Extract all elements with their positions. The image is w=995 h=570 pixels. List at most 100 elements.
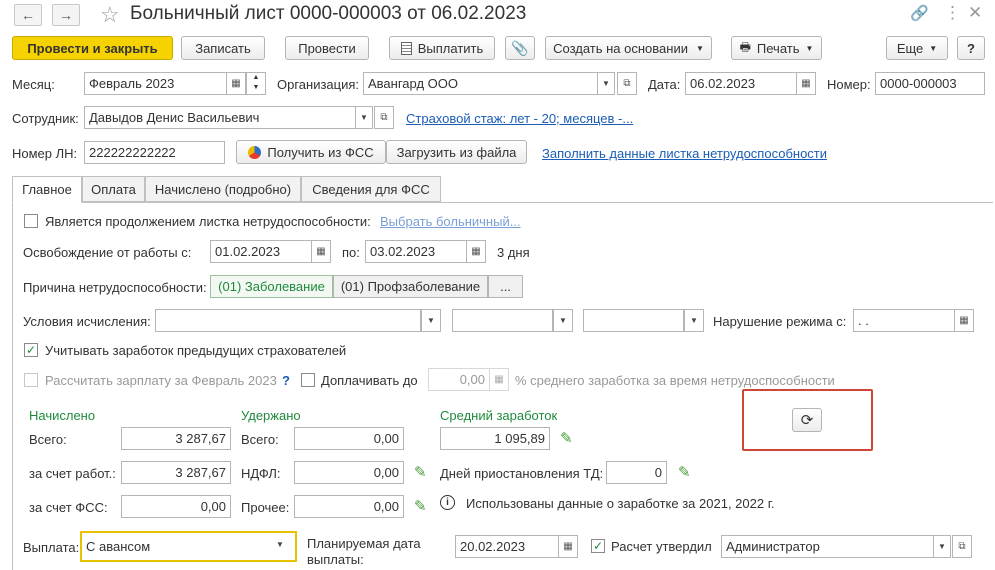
fill-sick-leave-data-link[interactable]: Заполнить данные листка нетрудоспособнос…	[542, 146, 827, 161]
payout-label: Выплата:	[23, 540, 80, 555]
tab-main[interactable]: Главное	[12, 176, 82, 203]
calendar-icon[interactable]: ▦	[226, 72, 246, 95]
caret-down-icon: ▼	[929, 43, 938, 53]
avg-earnings-header: Средний заработок	[440, 408, 558, 423]
chevron-down-icon[interactable]: ▼	[355, 106, 373, 129]
total-label: Всего:	[29, 432, 67, 447]
month-stepper[interactable]: ▲ ▼	[246, 72, 266, 95]
release-to-label: по:	[342, 245, 360, 260]
post-button[interactable]: Провести	[285, 36, 369, 60]
chevron-down-icon[interactable]: ▼	[421, 309, 441, 332]
avg-earnings-field: 1 095,89	[440, 427, 550, 450]
more-icon[interactable]: ⋮	[944, 3, 961, 23]
release-label: Освобождение от работы с:	[23, 245, 192, 260]
refresh-button[interactable]: ⟳	[792, 408, 822, 432]
print-button[interactable]: 🖶 Печать ▼	[731, 36, 822, 60]
chevron-down-icon[interactable]: ▼	[553, 309, 573, 332]
number-label: Номер:	[827, 77, 871, 92]
calendar-icon[interactable]: ▦	[558, 535, 578, 558]
back-button[interactable]: ←	[14, 4, 42, 26]
forward-button[interactable]: →	[52, 4, 80, 26]
calendar-icon[interactable]: ▦	[954, 309, 974, 332]
continuation-checkbox[interactable]	[24, 214, 38, 228]
employer-label: за счет работ.:	[29, 466, 116, 481]
pencil-icon[interactable]: ✎	[414, 465, 427, 480]
open-icon[interactable]: ⧉	[374, 106, 394, 129]
pay-button[interactable]: Выплатить	[389, 36, 495, 60]
calendar-icon[interactable]: ▦	[311, 240, 331, 263]
open-icon[interactable]: ⧉	[617, 72, 637, 95]
caret-down-icon: ▼	[805, 43, 814, 53]
attach-button[interactable]: 📎	[505, 36, 535, 60]
tab-accrued-detailed[interactable]: Начислено (подробно)	[145, 176, 301, 202]
pencil-icon[interactable]: ✎	[678, 465, 691, 480]
extra-pay-label: Доплачивать до	[321, 373, 418, 388]
chevron-down-icon[interactable]: ▼	[933, 535, 951, 558]
conditions-label: Условия исчисления:	[23, 314, 151, 329]
release-to-field[interactable]: 03.02.2023	[365, 240, 467, 263]
more-button[interactable]: Еще ▼	[886, 36, 948, 60]
calendar-icon[interactable]: ▦	[796, 72, 816, 95]
help-button[interactable]: ?	[957, 36, 985, 60]
date-field[interactable]: 06.02.2023	[685, 72, 797, 95]
conditions-field-2[interactable]	[452, 309, 553, 332]
open-icon[interactable]: ⧉	[952, 535, 972, 558]
employer-field: 3 287,67	[121, 461, 231, 484]
ln-number-field[interactable]: 222222222222	[84, 141, 225, 164]
link-icon[interactable]: 🔗	[910, 4, 929, 22]
month-label: Месяц:	[12, 77, 55, 92]
conditions-field-3[interactable]	[583, 309, 684, 332]
calc-salary-checkbox[interactable]	[24, 373, 38, 387]
other-field: 0,00	[294, 495, 404, 518]
extra-pay-field[interactable]: 0,00	[428, 368, 490, 391]
chevron-down-icon[interactable]: ▼	[276, 540, 284, 549]
release-from-field[interactable]: 01.02.2023	[210, 240, 312, 263]
reason-label: Причина нетрудоспособности:	[23, 280, 207, 295]
info-icon: i	[440, 495, 455, 510]
suspend-label: Дней приостановления ТД:	[440, 466, 604, 481]
conditions-field-1[interactable]	[155, 309, 421, 332]
create-based-on-button[interactable]: Создать на основании ▼	[545, 36, 712, 60]
employee-field[interactable]: Давыдов Денис Васильевич	[84, 106, 356, 129]
calc-salary-label: Рассчитать зарплату за Февраль 2023	[45, 373, 277, 388]
insurance-experience-link[interactable]: Страховой стаж: лет - 20; месяцев -...	[406, 111, 633, 126]
month-field[interactable]: Февраль 2023	[84, 72, 227, 95]
extra-pay-checkbox[interactable]	[301, 373, 315, 387]
load-from-file-button[interactable]: Загрузить из файла	[386, 140, 527, 164]
violation-field[interactable]: . .	[853, 309, 955, 332]
approved-label: Расчет утвердил	[611, 539, 712, 554]
prev-insurers-checkbox[interactable]: ✓	[24, 343, 38, 357]
reason-illness-toggle[interactable]: (01) Заболевание	[210, 275, 333, 298]
planned-date-field[interactable]: 20.02.2023	[455, 535, 559, 558]
pencil-icon[interactable]: ✎	[560, 431, 573, 446]
withheld-total-field: 0,00	[294, 427, 404, 450]
earnings-info-text: Использованы данные о заработке за 2021,…	[466, 496, 775, 511]
reason-more-button[interactable]: ...	[488, 275, 523, 298]
calculator-icon[interactable]: ▦	[489, 368, 509, 391]
tab-payment[interactable]: Оплата	[82, 176, 145, 202]
tab-fss-info[interactable]: Сведения для ФСС	[301, 176, 441, 202]
chevron-down-icon[interactable]: ▼	[684, 309, 704, 332]
organization-field[interactable]: Авангард ООО	[363, 72, 598, 95]
arrow-left-icon: ←	[21, 7, 35, 23]
star-icon[interactable]: ☆	[100, 2, 120, 28]
get-from-fss-button[interactable]: Получить из ФСС	[236, 140, 386, 164]
post-and-close-button[interactable]: Провести и закрыть	[12, 36, 173, 60]
total-field: 3 287,67	[121, 427, 231, 450]
pencil-icon[interactable]: ✎	[414, 499, 427, 514]
chevron-down-icon[interactable]: ▼	[597, 72, 615, 95]
days-count: 3 дня	[497, 245, 530, 260]
date-label: Дата:	[648, 77, 681, 92]
save-button[interactable]: Записать	[181, 36, 265, 60]
approved-checkbox[interactable]: ✓	[591, 539, 605, 553]
choose-sick-leave-link[interactable]: Выбрать больничный...	[380, 214, 521, 229]
payout-field[interactable]: С авансом	[80, 531, 297, 562]
help-icon[interactable]: ?	[282, 373, 290, 388]
reason-occupational-toggle[interactable]: (01) Профзаболевание	[333, 275, 488, 298]
approved-by-field[interactable]: Администратор	[721, 535, 934, 558]
calendar-icon[interactable]: ▦	[466, 240, 486, 263]
close-icon[interactable]: ✕	[968, 3, 982, 23]
page-title: Больничный лист 0000-000003 от 06.02.202…	[130, 3, 527, 24]
prev-insurers-label: Учитывать заработок предыдущих страховат…	[45, 343, 347, 358]
number-field[interactable]: 0000-000003	[875, 72, 985, 95]
